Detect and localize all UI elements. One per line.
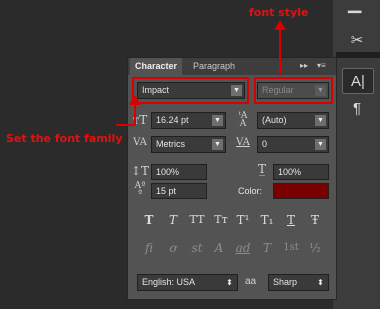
vertical-scale-input[interactable]: 100%: [151, 164, 207, 180]
scissors-tool-icon[interactable]: ✂: [342, 28, 372, 52]
antialias-icon: aa: [245, 276, 257, 287]
fractions-button[interactable]: ½: [308, 240, 322, 256]
subscript-button[interactable]: T₁: [260, 212, 274, 228]
titling-alternates-button[interactable]: T: [260, 240, 274, 256]
font-family-annotation: Set the font family: [6, 132, 123, 145]
chevron-down-icon: ▼: [212, 139, 223, 150]
faux-bold-button[interactable]: T: [142, 212, 156, 228]
kerning-icon: VA: [133, 137, 147, 148]
antialias-value: Sharp: [273, 277, 298, 287]
chevron-updown-icon: ⬍: [226, 278, 233, 287]
font-family-arrow-icon: [116, 95, 141, 126]
swash-button[interactable]: A: [212, 240, 226, 256]
leading-value: (Auto): [262, 115, 287, 125]
character-panel-icon[interactable]: A|: [342, 68, 374, 94]
tracking-dropdown[interactable]: 0 ▼: [257, 136, 329, 153]
contextual-alternates-button[interactable]: ơ: [166, 240, 180, 256]
baseline-shift-input[interactable]: 15 pt: [151, 183, 207, 199]
leading-dropdown[interactable]: (Auto) ▼: [257, 112, 329, 129]
faux-italic-button[interactable]: T: [166, 212, 180, 228]
all-caps-button[interactable]: TT: [188, 212, 206, 228]
tab-paragraph[interactable]: Paragraph: [188, 58, 240, 75]
tab-character[interactable]: Character: [130, 58, 183, 75]
panel-menu-icon[interactable]: ▾≡: [317, 61, 326, 70]
dock-separator: [336, 52, 380, 58]
font-style-highlight: [254, 77, 333, 104]
paragraph-panel-icon[interactable]: ¶: [342, 96, 372, 120]
ordinals-button[interactable]: 1st: [281, 240, 301, 256]
tracking-icon: VA: [236, 137, 250, 148]
stylistic-alternates-button[interactable]: ad: [234, 240, 252, 256]
small-caps-button[interactable]: Tт: [212, 212, 230, 228]
antialias-dropdown[interactable]: Sharp ⬍: [268, 274, 329, 291]
panel-collapse-icon[interactable]: ▸▸: [300, 61, 308, 70]
vertical-scale-icon: ↕T: [131, 164, 150, 178]
discretionary-ligatures-button[interactable]: st: [188, 240, 206, 256]
standard-ligatures-button[interactable]: fi: [142, 240, 156, 256]
chevron-down-icon: ▼: [315, 139, 326, 150]
color-label: Color:: [238, 186, 263, 196]
font-style-annotation: font style: [249, 6, 309, 19]
chevron-updown-icon: ⬍: [317, 278, 324, 287]
language-dropdown[interactable]: English: USA ⬍: [137, 274, 238, 291]
font-size-dropdown[interactable]: 16.24 pt ▼: [151, 112, 226, 129]
brush-tool-icon[interactable]: ━╸: [342, 0, 372, 24]
chevron-down-icon: ▼: [315, 115, 326, 126]
superscript-button[interactable]: T¹: [236, 212, 250, 228]
language-value: English: USA: [142, 277, 196, 287]
chevron-down-icon: ▼: [212, 115, 223, 126]
tracking-value: 0: [262, 139, 268, 149]
strikethrough-button[interactable]: Ŧ: [308, 212, 322, 228]
font-family-highlight: [132, 77, 249, 104]
font-size-value: 16.24 pt: [156, 115, 189, 125]
baseline-shift-icon: Aª ª: [134, 181, 146, 199]
underline-button[interactable]: T: [284, 212, 298, 228]
color-swatch[interactable]: [273, 183, 329, 199]
font-style-arrow-icon: [274, 20, 286, 76]
leading-icon: ᵗA A: [238, 111, 248, 129]
horizontal-scale-icon: T̲: [257, 162, 266, 176]
kerning-value: Metrics: [156, 139, 185, 149]
kerning-dropdown[interactable]: Metrics ▼: [151, 136, 226, 153]
horizontal-scale-input[interactable]: 100%: [273, 164, 329, 180]
